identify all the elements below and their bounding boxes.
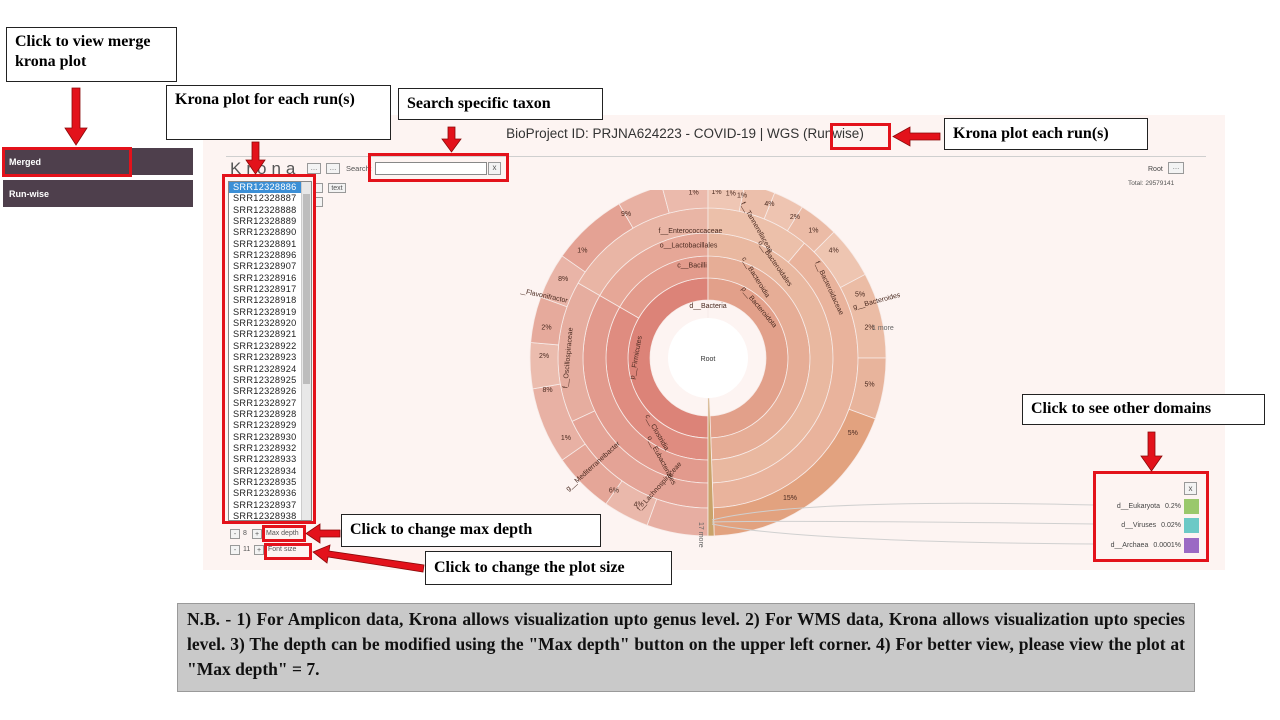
note-box: N.B. - 1) For Amplicon data, Krona allow… (177, 603, 1195, 692)
